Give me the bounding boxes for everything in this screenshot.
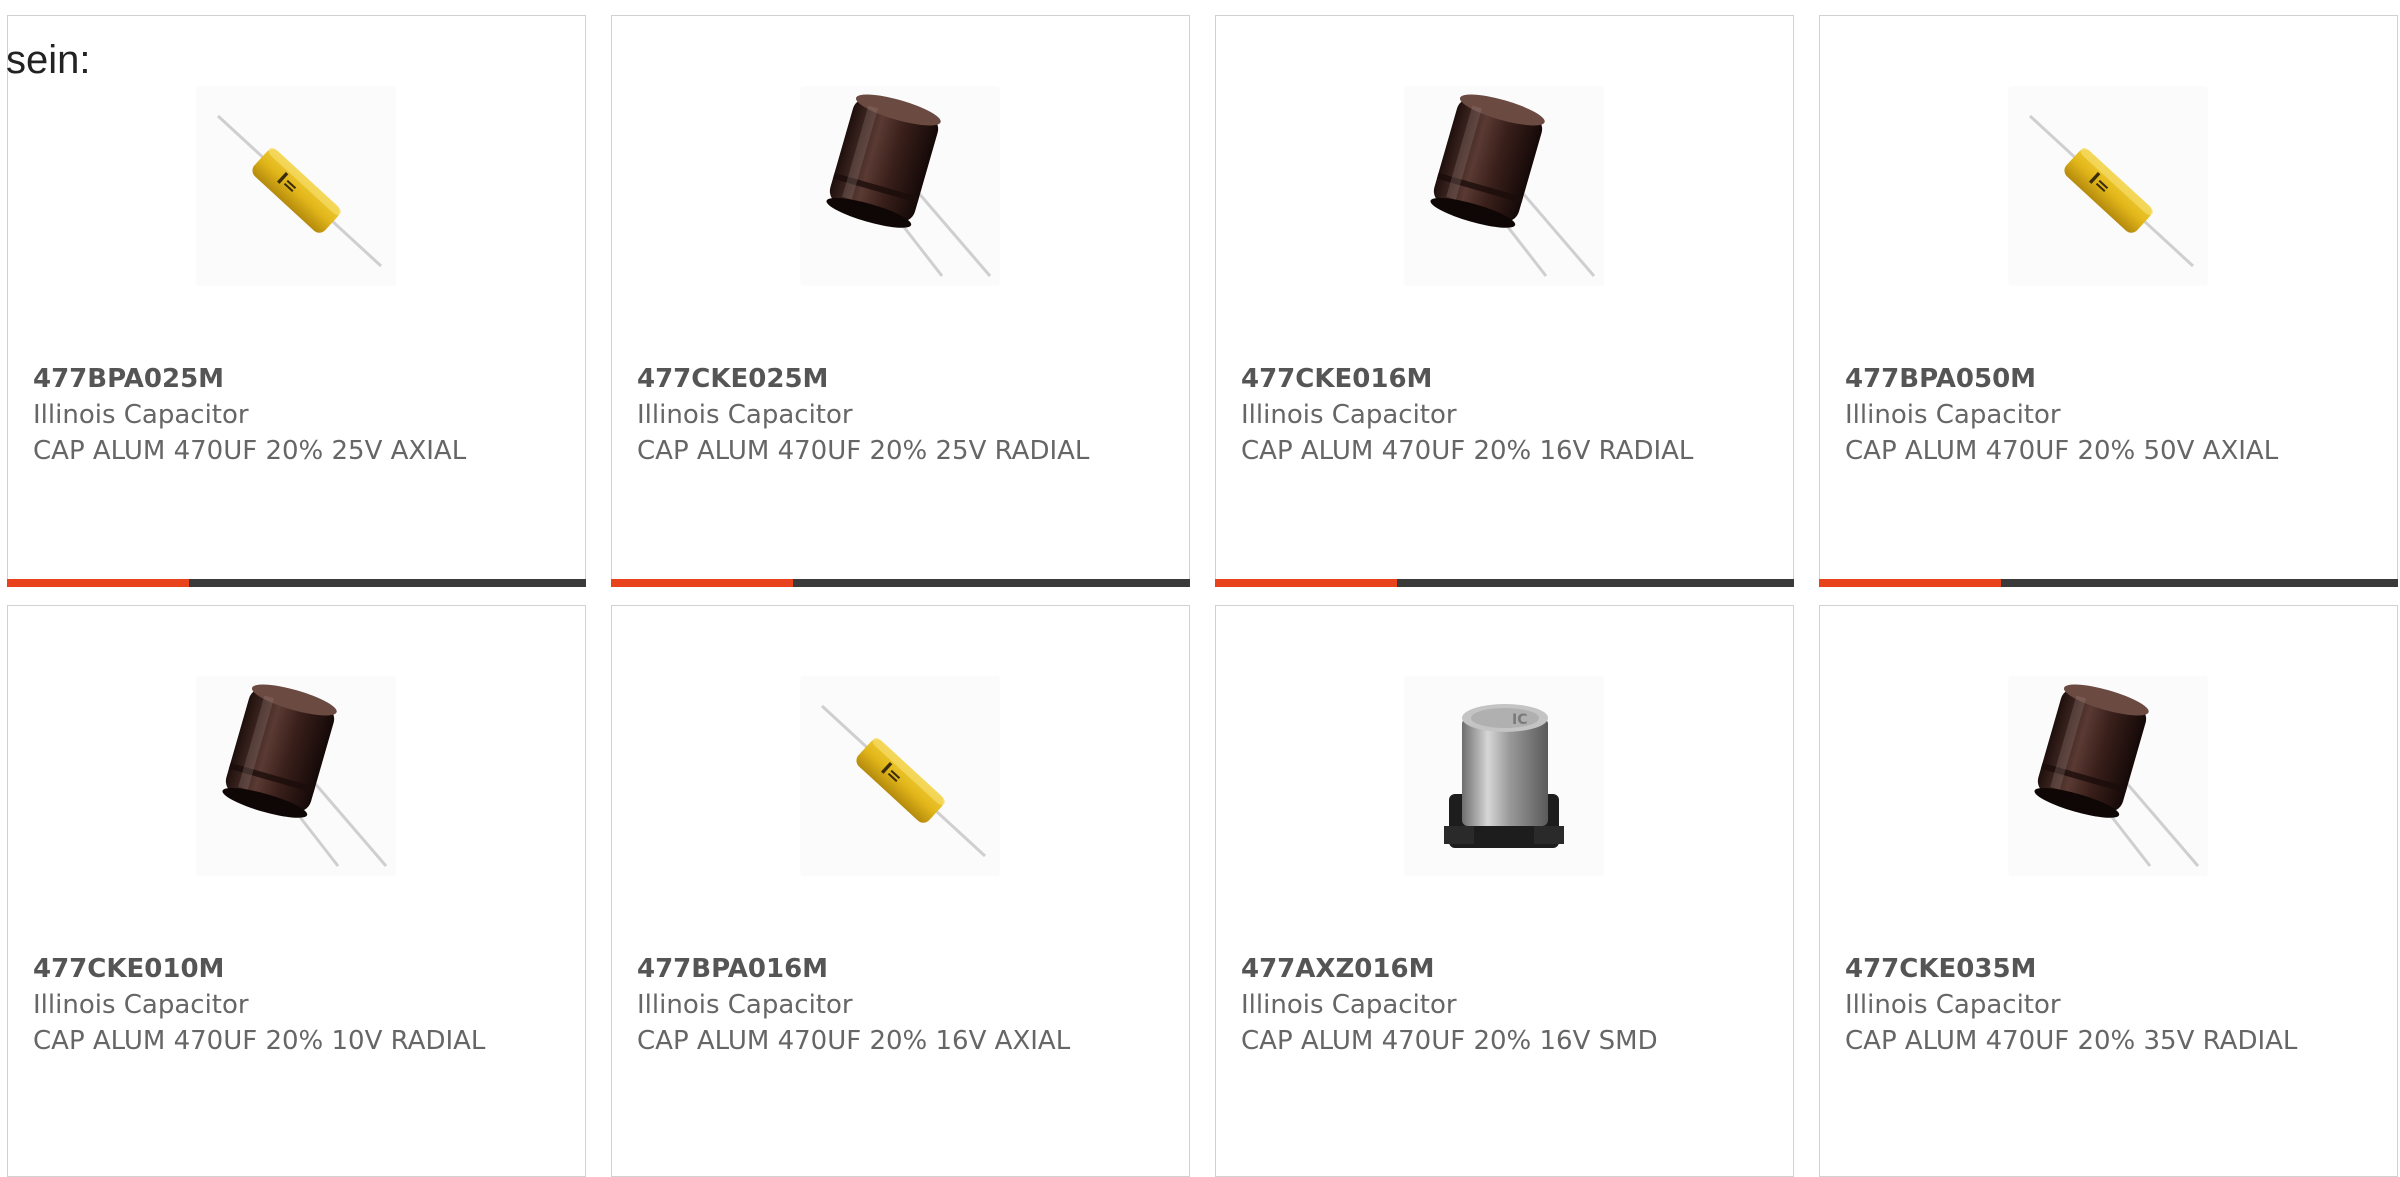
part-number[interactable]: 477CKE010M <box>33 954 224 984</box>
card-accent-bar <box>7 579 189 587</box>
product-description: CAP ALUM 470UF 20% 10V RADIAL <box>33 1026 486 1056</box>
card-bottom-bar <box>1819 579 2398 587</box>
part-number[interactable]: 477CKE016M <box>1241 364 1432 394</box>
intro-text: sein: <box>6 38 91 82</box>
manufacturer-name: Illinois Capacitor <box>637 400 853 430</box>
axial-capacitor-yellow-icon: I= <box>820 704 987 858</box>
part-number[interactable]: 477CKE035M <box>1845 954 2036 984</box>
product-description: CAP ALUM 470UF 20% 25V RADIAL <box>637 436 1090 466</box>
card-bottom-bar <box>7 579 586 587</box>
manufacturer-name: Illinois Capacitor <box>33 400 249 430</box>
manufacturer-name: Illinois Capacitor <box>1845 400 2061 430</box>
product-card[interactable]: 477CKE010M Illinois Capacitor CAP ALUM 4… <box>7 605 586 1177</box>
card-bottom-bar <box>611 579 1190 587</box>
product-image[interactable] <box>1404 86 1604 286</box>
card-accent-bar <box>1215 579 1397 587</box>
part-number[interactable]: 477AXZ016M <box>1241 954 1434 984</box>
part-number[interactable]: 477CKE025M <box>637 364 828 394</box>
product-description: CAP ALUM 470UF 20% 16V SMD <box>1241 1026 1658 1056</box>
axial-capacitor-yellow-icon: I= <box>216 114 383 268</box>
part-number[interactable]: 477BPA025M <box>33 364 224 394</box>
card-accent-bar <box>1819 579 2001 587</box>
manufacturer-name: Illinois Capacitor <box>1241 400 1457 430</box>
product-card[interactable]: 477CKE035M Illinois Capacitor CAP ALUM 4… <box>1819 605 2398 1177</box>
product-image[interactable]: I= <box>196 86 396 286</box>
product-description: CAP ALUM 470UF 20% 25V AXIAL <box>33 436 467 466</box>
product-image[interactable]: I= <box>800 676 1000 876</box>
product-card[interactable]: I= 477BPA016M Illinois Capacitor CAP ALU… <box>611 605 1190 1177</box>
radial-capacitor-brown-icon <box>2034 684 2200 867</box>
card-bottom-bar <box>1215 579 1794 587</box>
product-image[interactable] <box>800 86 1000 286</box>
product-description: CAP ALUM 470UF 20% 16V RADIAL <box>1241 436 1694 466</box>
product-card[interactable]: IC 477AXZ016M Illinois Capacitor CAP ALU… <box>1215 605 1794 1177</box>
manufacturer-name: Illinois Capacitor <box>1845 990 2061 1020</box>
radial-capacitor-brown-icon <box>826 94 992 277</box>
product-image[interactable] <box>2008 676 2208 876</box>
product-card[interactable]: 477CKE025M Illinois Capacitor CAP ALUM 4… <box>611 15 1190 587</box>
card-accent-bar <box>611 579 793 587</box>
manufacturer-name: Illinois Capacitor <box>637 990 853 1020</box>
part-number[interactable]: 477BPA050M <box>1845 364 2036 394</box>
smd-capacitor-silver-icon: IC <box>1444 704 1564 848</box>
radial-capacitor-brown-icon <box>222 684 388 867</box>
svg-text:IC: IC <box>1512 712 1527 728</box>
manufacturer-name: Illinois Capacitor <box>33 990 249 1020</box>
product-image[interactable] <box>196 676 396 876</box>
manufacturer-name: Illinois Capacitor <box>1241 990 1457 1020</box>
product-card[interactable]: I= 477BPA025M Illinois Capacitor CAP ALU… <box>7 15 586 587</box>
product-card[interactable]: I= 477BPA050M Illinois Capacitor CAP ALU… <box>1819 15 2398 587</box>
product-image[interactable]: I= <box>2008 86 2208 286</box>
product-image[interactable]: IC <box>1404 676 1604 876</box>
axial-capacitor-yellow-icon: I= <box>2028 114 2195 268</box>
product-card[interactable]: 477CKE016M Illinois Capacitor CAP ALUM 4… <box>1215 15 1794 587</box>
product-description: CAP ALUM 470UF 20% 16V AXIAL <box>637 1026 1071 1056</box>
product-description: CAP ALUM 470UF 20% 35V RADIAL <box>1845 1026 2298 1056</box>
product-description: CAP ALUM 470UF 20% 50V AXIAL <box>1845 436 2279 466</box>
part-number[interactable]: 477BPA016M <box>637 954 828 984</box>
radial-capacitor-brown-icon <box>1430 94 1596 277</box>
